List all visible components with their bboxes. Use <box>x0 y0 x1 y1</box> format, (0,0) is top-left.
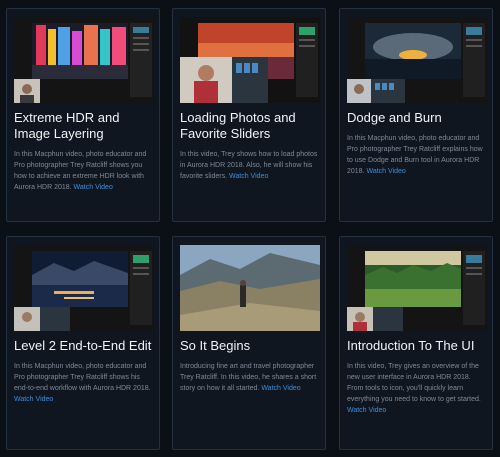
card-description: In this Macphun video, photo educator an… <box>14 149 154 193</box>
card-title: Dodge and Burn <box>347 110 442 125</box>
card-description-text: In this Macphun video, photo educator an… <box>14 363 151 392</box>
card-description-text: In this video, Trey gives an overview of… <box>347 363 481 403</box>
video-thumbnail[interactable] <box>180 17 320 103</box>
card-title: So It Begins <box>180 338 251 353</box>
video-thumbnail[interactable] <box>347 245 487 331</box>
video-thumbnail[interactable] <box>14 245 154 331</box>
video-thumbnail[interactable] <box>347 17 487 103</box>
video-card: Level 2 End-to-End Edit In this Macphun … <box>6 236 160 450</box>
video-thumbnail[interactable] <box>14 17 154 103</box>
card-title: Loading Photos and Favorite Sliders <box>180 110 296 141</box>
watch-video-link[interactable]: Watch Video <box>366 168 405 175</box>
card-description: In this Macphun video, photo educator an… <box>14 361 154 405</box>
watch-video-link[interactable]: Watch Video <box>14 396 53 403</box>
watch-video-link[interactable]: Watch Video <box>229 173 268 180</box>
watch-video-link[interactable]: Watch Video <box>74 184 113 191</box>
video-card: Dodge and Burn In this Macphun video, ph… <box>339 8 493 222</box>
card-description: In this video, Trey shows how to load ph… <box>180 149 320 182</box>
video-grid: Extreme HDR and Image Layering In this M… <box>0 0 500 457</box>
card-description: In this video, Trey gives an overview of… <box>347 361 487 416</box>
watch-video-link[interactable]: Watch Video <box>261 385 300 392</box>
card-title: Level 2 End-to-End Edit <box>14 338 152 353</box>
video-card: Loading Photos and Favorite Sliders In t… <box>172 8 326 222</box>
card-description: In this Macphun video, photo educator an… <box>347 133 487 177</box>
card-title: Extreme HDR and Image Layering <box>14 110 120 141</box>
card-title: Introduction To The UI <box>347 338 475 353</box>
video-card: So It Begins Introducing fine art and tr… <box>172 236 326 450</box>
watch-video-link[interactable]: Watch Video <box>347 407 386 414</box>
card-description: Introducing fine art and travel photogra… <box>180 361 320 394</box>
video-card: Extreme HDR and Image Layering In this M… <box>6 8 160 222</box>
video-card: Introduction To The UI In this video, Tr… <box>339 236 493 450</box>
video-thumbnail[interactable] <box>180 245 320 331</box>
